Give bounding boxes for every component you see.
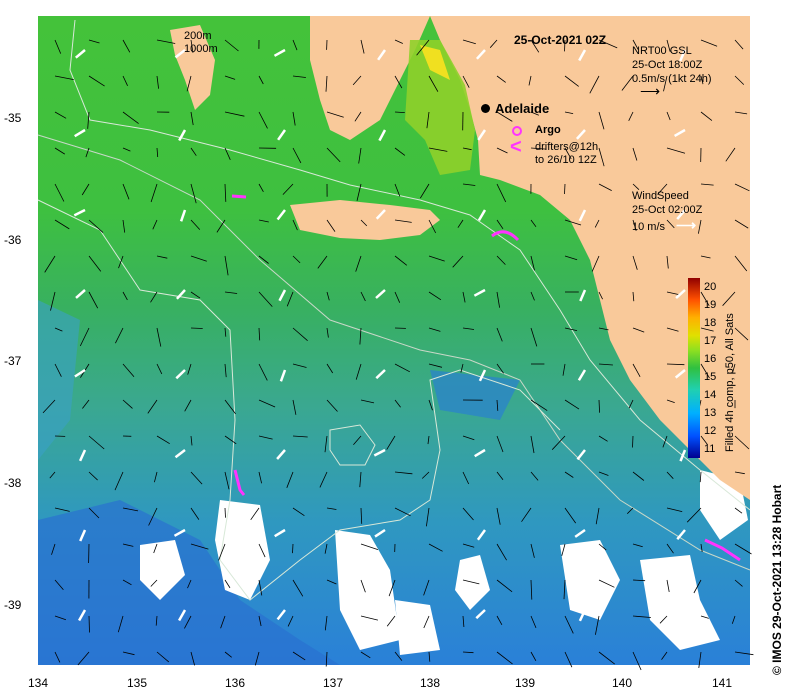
y-tick: -37 xyxy=(4,354,22,368)
colorbar-tick: 19 xyxy=(704,299,717,311)
colorbar-tick: 14 xyxy=(704,389,717,401)
x-tick: 141 xyxy=(711,676,733,690)
drifter-legend-icon: < xyxy=(510,136,522,158)
depth-label: 200m xyxy=(184,30,212,42)
x-tick: 140 xyxy=(611,676,633,690)
colorbar-tick: 11 xyxy=(704,443,716,455)
current-arrow xyxy=(224,507,226,518)
current-arrow xyxy=(632,435,634,448)
y-tick: -38 xyxy=(4,476,22,490)
x-tick: 137 xyxy=(322,676,344,690)
x-tick: 134 xyxy=(27,676,49,690)
argo-icon xyxy=(512,126,522,136)
current-arrow xyxy=(190,327,203,329)
depth-label: 1000m xyxy=(184,43,218,55)
colorbar xyxy=(688,278,700,458)
wind-time: 25-Oct 02:00Z xyxy=(632,204,703,216)
x-tick: 138 xyxy=(419,676,441,690)
colorbar-tick: 18 xyxy=(704,317,717,329)
colorbar-tick: 16 xyxy=(704,353,717,365)
colorbar-label: Filled 4h comp, p50, All Sats xyxy=(724,313,736,452)
wind-scale-arrow: ⟶ xyxy=(676,217,697,233)
current-scale-arrow: ⟶ xyxy=(640,83,661,99)
x-tick: 136 xyxy=(224,676,246,690)
wind-title: WindSpeed xyxy=(632,190,689,202)
city-marker xyxy=(481,104,490,113)
colorbar-tick: 17 xyxy=(704,335,717,347)
y-tick: -35 xyxy=(4,111,22,125)
colorbar-tick: 13 xyxy=(704,407,717,419)
y-tick: -39 xyxy=(4,598,22,612)
city-label: Adelaide xyxy=(495,101,550,116)
x-tick: 135 xyxy=(126,676,148,690)
x-tick: 139 xyxy=(514,676,536,690)
colorbar-tick: 15 xyxy=(704,371,717,383)
credit: © IMOS 29-Oct-2021 13:28 Hobart xyxy=(770,484,784,675)
current-product: NRT00 GSL xyxy=(632,45,692,57)
current-arrow xyxy=(88,615,90,633)
wind-scale: 10 m/s xyxy=(632,221,666,233)
colorbar-tick: 20 xyxy=(704,281,717,293)
drifters-label: drifters@12h xyxy=(535,141,599,153)
current-arrow xyxy=(292,543,294,554)
date-title: 25-Oct-2021 02Z xyxy=(514,33,607,47)
sst-map xyxy=(37,16,754,671)
y-tick: -36 xyxy=(4,233,22,247)
drifters-label: to 26/10 12Z xyxy=(535,154,597,166)
colorbar-tick: 12 xyxy=(704,425,717,437)
current-arrow xyxy=(564,183,566,195)
current-time: 25-Oct 18:00Z xyxy=(632,59,703,71)
argo-label: Argo xyxy=(535,124,561,136)
